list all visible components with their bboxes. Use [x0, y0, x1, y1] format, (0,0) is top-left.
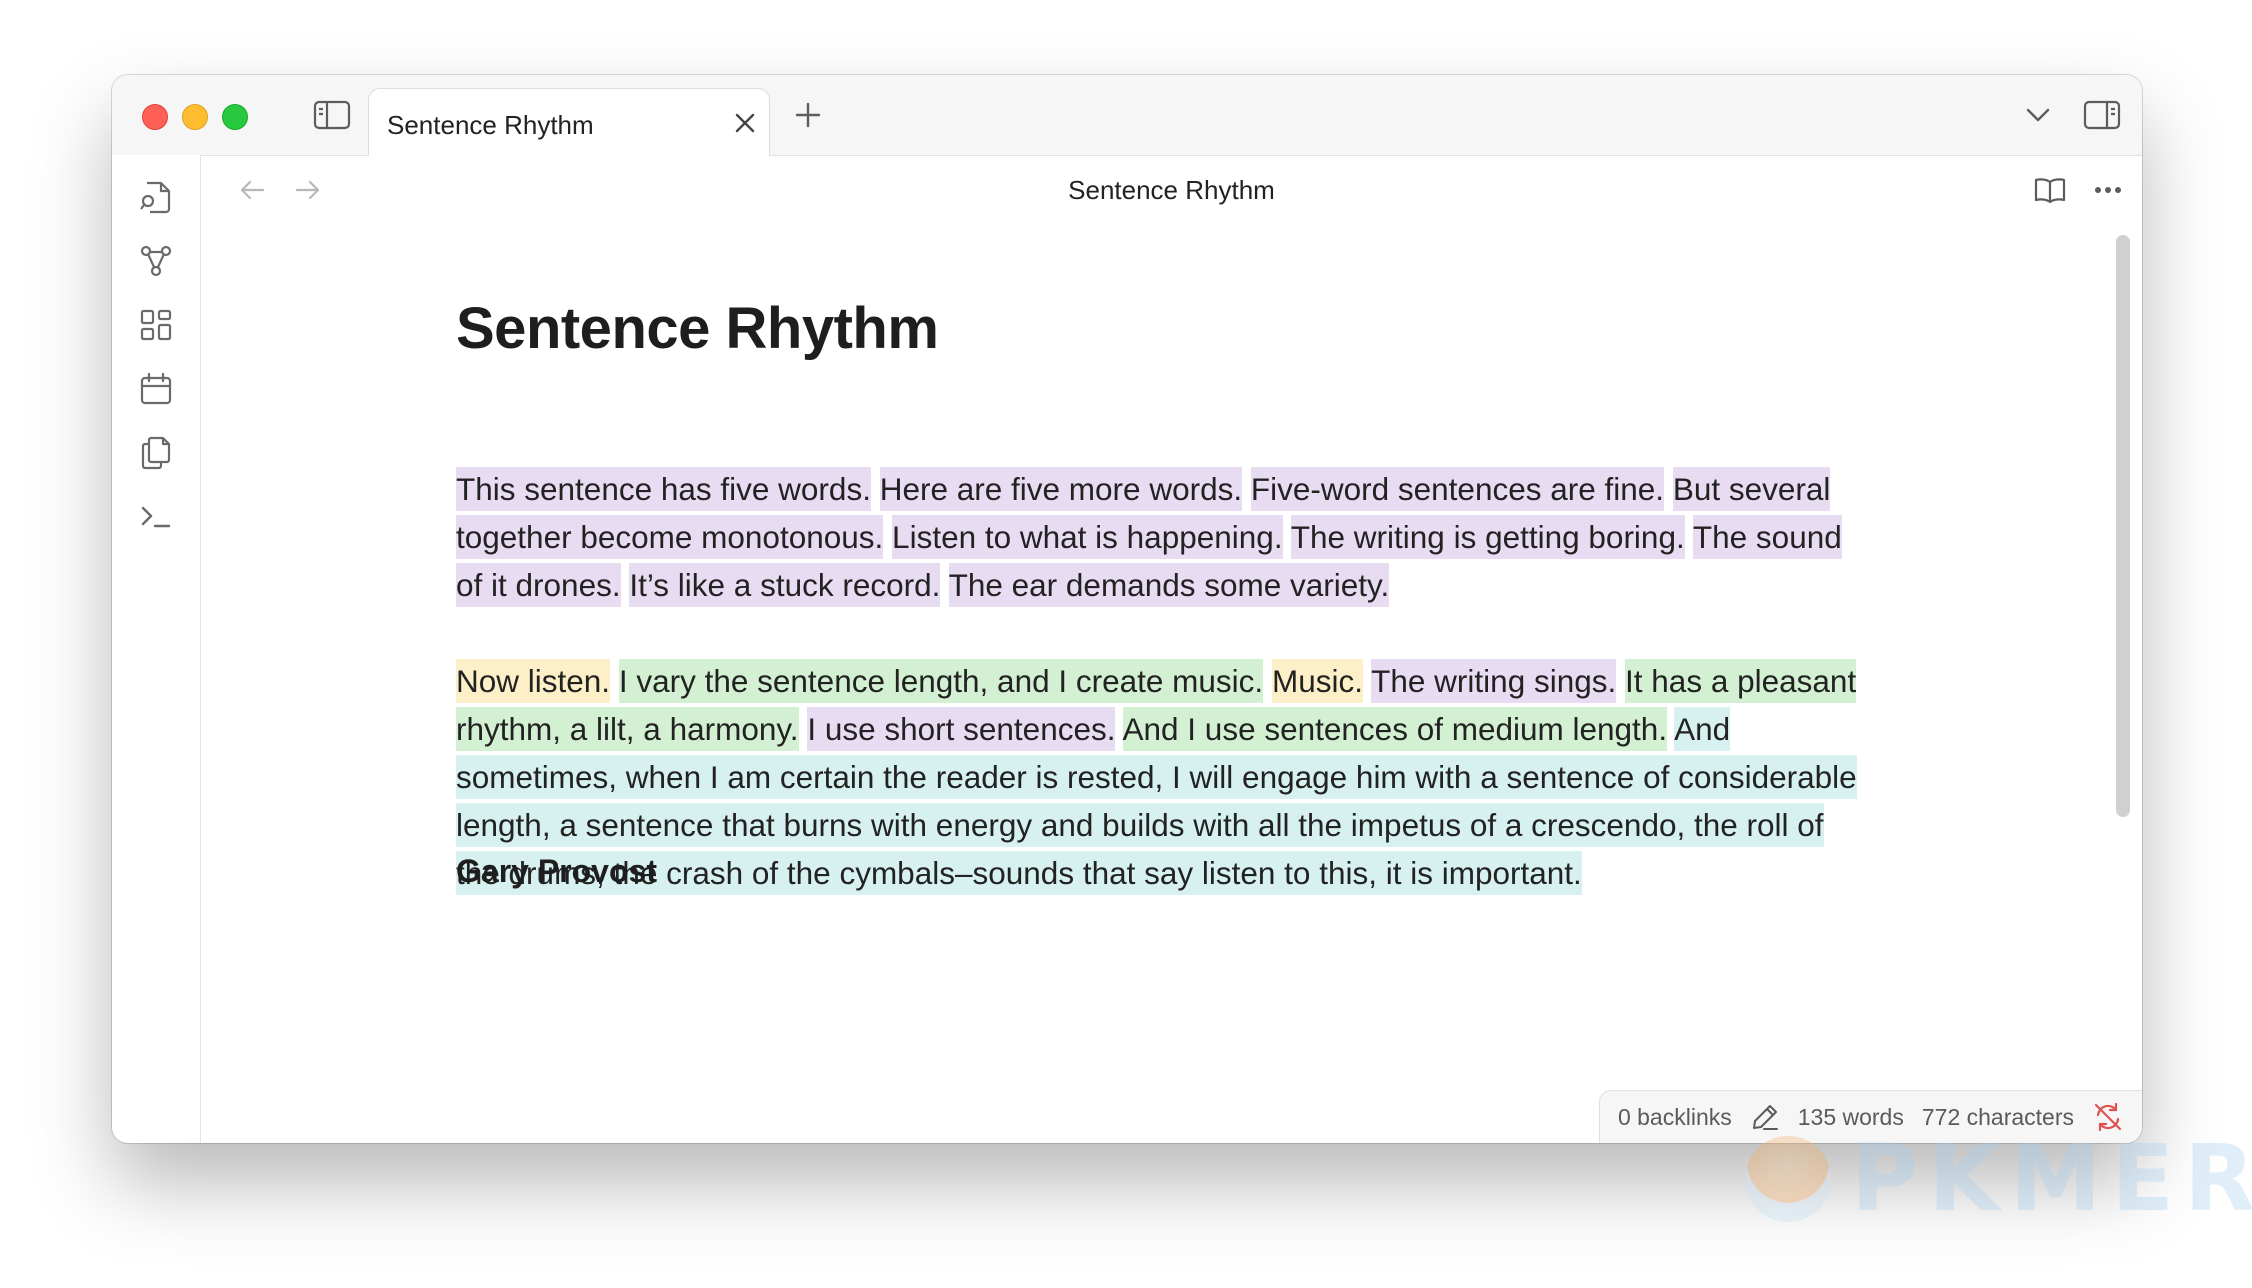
- sentence: The writing is getting boring.: [1290, 515, 1685, 559]
- ribbon: [112, 155, 201, 1143]
- editor-pane: Sentence Rhythm Sentence Rhythm This sen…: [201, 155, 2142, 1143]
- sidebar-toggle-icon[interactable]: [312, 97, 352, 133]
- canvas-icon[interactable]: [136, 305, 176, 345]
- watermark-text: PKMER: [1851, 1125, 2252, 1232]
- app-window: Sentence Rhythm Sentence Rhythm Sentence…: [112, 75, 2142, 1143]
- more-horizontal-icon[interactable]: [2089, 173, 2127, 207]
- copy-icon[interactable]: [136, 433, 176, 473]
- close-icon[interactable]: [731, 109, 759, 137]
- pkmer-logo-icon: [1745, 1135, 1831, 1222]
- view-header-title[interactable]: Sentence Rhythm: [201, 175, 2142, 206]
- title-bar: Sentence Rhythm: [112, 75, 2142, 156]
- minimize-window-button[interactable]: [182, 104, 208, 130]
- paragraph-2[interactable]: Now listen. I vary the sentence length, …: [456, 657, 1876, 897]
- search-file-icon[interactable]: [136, 177, 176, 217]
- sentence: I use short sentences.: [807, 707, 1116, 751]
- sentence: Now listen.: [456, 659, 611, 703]
- sentence: It’s like a stuck record.: [629, 563, 941, 607]
- sentence: This sentence has five words.: [456, 467, 871, 511]
- terminal-icon[interactable]: [136, 497, 176, 537]
- tab-title: Sentence Rhythm: [387, 110, 594, 140]
- book-open-icon[interactable]: [2031, 173, 2069, 207]
- sidebar-right-icon[interactable]: [2082, 97, 2122, 133]
- sentence: Here are five more words.: [879, 467, 1243, 511]
- sentence: Listen to what is happening.: [892, 515, 1283, 559]
- chevron-down-icon[interactable]: [2022, 101, 2054, 129]
- sentence: Music.: [1271, 659, 1363, 703]
- graph-icon[interactable]: [136, 241, 176, 281]
- tab-sentence-rhythm[interactable]: Sentence Rhythm: [368, 88, 770, 156]
- document-title[interactable]: Sentence Rhythm: [456, 295, 939, 362]
- pkmer-watermark: PKMER: [1745, 1125, 2252, 1232]
- sentence: The ear demands some variety.: [948, 563, 1390, 607]
- scrollbar[interactable]: [2116, 235, 2130, 817]
- calendar-icon[interactable]: [136, 369, 176, 409]
- sentence: The writing sings.: [1371, 659, 1617, 703]
- sentence: And I use sentences of medium length.: [1122, 707, 1668, 751]
- backlinks-count[interactable]: 0 backlinks: [1618, 1104, 1732, 1131]
- zoom-window-button[interactable]: [222, 104, 248, 130]
- author-name[interactable]: Gary Provost: [456, 853, 657, 890]
- sentence: I vary the sentence length, and I create…: [618, 659, 1264, 703]
- plus-icon[interactable]: [792, 99, 824, 131]
- paragraph-1[interactable]: This sentence has five words. Here are f…: [456, 465, 1876, 609]
- sentence: Five-word sentences are fine.: [1250, 467, 1665, 511]
- close-window-button[interactable]: [142, 104, 168, 130]
